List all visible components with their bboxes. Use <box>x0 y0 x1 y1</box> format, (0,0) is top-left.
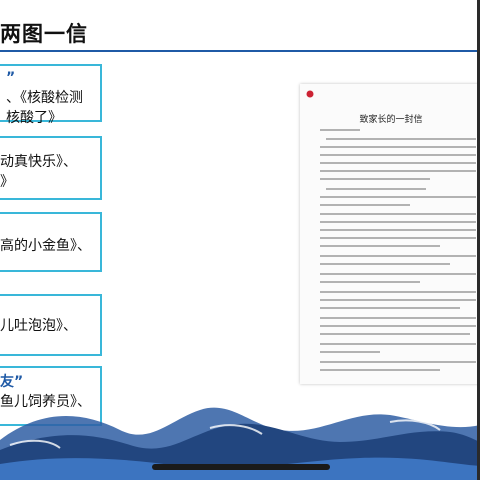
card-1-line-3: 核酸了》 <box>6 110 62 126</box>
home-indicator-bar[interactable] <box>152 464 330 470</box>
school-logo-icon <box>306 90 314 98</box>
content-card-1: ” 、《核酸检测 核酸了》 <box>0 64 102 126</box>
content-card-3: 高的小金鱼》、 <box>0 212 102 272</box>
card-1-line-1: ” <box>6 70 16 86</box>
document-title: 致家长的一封信 <box>359 115 423 125</box>
title-underline <box>0 50 480 52</box>
content-card-2: 动真快乐》、 》 <box>0 136 102 200</box>
card-2-line-1: 动真快乐》、 <box>0 154 77 170</box>
letter-document-image: 致家长的一封信 <box>300 84 480 384</box>
card-2-line-2: 》 <box>0 174 14 190</box>
content-card-4: 儿吐泡泡》、 <box>0 294 102 356</box>
card-4-line-1: 儿吐泡泡》、 <box>0 318 77 334</box>
slide-title: 两图一信 <box>0 22 88 46</box>
card-3-line-1: 高的小金鱼》、 <box>0 238 91 254</box>
card-1-line-2: 、《核酸检测 <box>6 90 83 106</box>
